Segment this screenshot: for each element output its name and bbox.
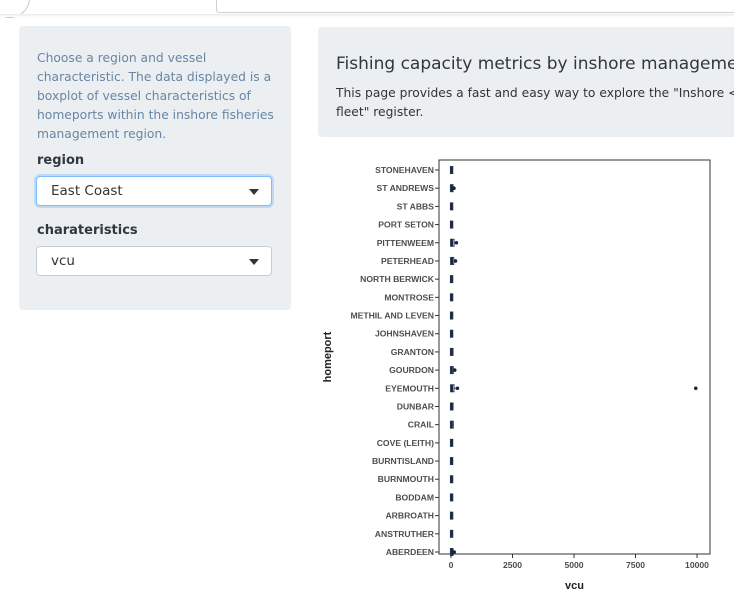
y-tick-label: DUNBAR — [397, 401, 435, 411]
x-tick-label: 5000 — [564, 560, 583, 570]
y-tick-label: ABERDEEN — [386, 547, 434, 557]
y-tick-label: COVE (LEITH) — [377, 438, 434, 448]
y-tick-label: MONTROSE — [384, 292, 434, 302]
plot-panel — [438, 159, 711, 555]
y-tick-label: PORT SETON — [378, 220, 434, 230]
y-tick-label: CRAIL — [408, 420, 434, 430]
y-tick-label: BURNTISLAND — [372, 456, 434, 466]
x-tick-label: 10000 — [685, 560, 709, 570]
y-tick-label: ARBROATH — [385, 511, 434, 521]
y-tick-label: NORTH BERWICK — [360, 274, 435, 284]
x-tick-label: 2500 — [503, 560, 522, 570]
outlier-point — [455, 386, 460, 391]
y-tick-label: METHIL AND LEVEN — [350, 311, 434, 321]
outlier-point — [453, 259, 458, 263]
x-tick-label: 7500 — [626, 560, 645, 570]
y-tick-label: GRANTON — [391, 347, 434, 357]
outlier-point — [452, 368, 457, 372]
y-axis-label: homeport — [322, 331, 334, 382]
y-tick-label: BODDAM — [395, 492, 434, 502]
y-tick-label: ST ANDREWS — [377, 183, 435, 193]
y-tick-label: GOURDON — [389, 365, 434, 375]
y-tick-label: JOHNSHAVEN — [375, 329, 434, 339]
y-tick-label: BURNMOUTH — [378, 474, 434, 484]
x-axis-label: vcu — [565, 580, 584, 592]
outlier-point — [452, 186, 456, 190]
y-tick-label: ANSTRUTHER — [375, 529, 435, 539]
y-tick-label: EYEMOUTH — [385, 383, 434, 393]
y-tick-label: PETERHEAD — [381, 256, 434, 266]
x-tick-label: 0 — [449, 560, 454, 570]
y-tick-label: PITTENWEEM — [377, 238, 434, 248]
y-tick-label: STONEHAVEN — [375, 165, 434, 175]
outlier-point — [452, 550, 456, 554]
y-tick-label: ST ABBS — [397, 201, 435, 211]
outlier-point — [454, 240, 459, 245]
outlier-point — [693, 386, 698, 391]
boxplot-chart: STONEHAVEN ST ANDREWS ST ABBS PORT SETON PIT… — [322, 159, 711, 592]
